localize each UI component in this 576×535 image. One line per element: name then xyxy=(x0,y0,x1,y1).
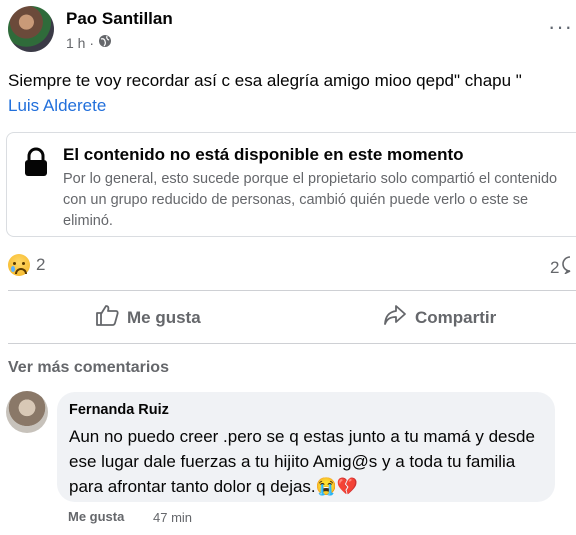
more-comments-link[interactable]: Ver más comentarios xyxy=(8,359,169,377)
post-meta: 1 h · xyxy=(66,34,112,51)
author-name[interactable]: Pao Santillan xyxy=(66,9,173,29)
comments-count: 2 xyxy=(550,257,560,277)
share-label: Compartir xyxy=(415,307,497,327)
divider xyxy=(8,343,576,344)
comment-bubble: Fernanda Ruiz Aun no puedo creer .pero s… xyxy=(57,392,555,502)
commenter-avatar[interactable] xyxy=(6,391,48,433)
like-button[interactable]: Me gusta xyxy=(95,304,201,331)
commenter-name[interactable]: Fernanda Ruiz xyxy=(69,402,169,418)
unavailable-content-box: El contenido no está disponible en este … xyxy=(6,132,576,237)
lock-icon xyxy=(23,147,49,177)
post-text: Siempre te voy recordar así c esa alegrí… xyxy=(8,68,573,118)
unavailable-body: Por lo general, esto sucede porque el pr… xyxy=(63,171,558,229)
comment-icon xyxy=(562,256,576,279)
reactions-count: 2 xyxy=(36,255,46,274)
comment-like-button[interactable]: Me gusta xyxy=(68,509,124,524)
post-body: Siempre te voy recordar así c esa alegrí… xyxy=(8,71,522,90)
comments-count-link[interactable]: 2 xyxy=(550,256,576,279)
like-label: Me gusta xyxy=(127,307,201,327)
comment-time[interactable]: 47 min xyxy=(153,510,192,525)
sad-reaction-icon xyxy=(8,254,30,276)
reactions-summary[interactable]: 2 xyxy=(8,254,45,276)
divider xyxy=(8,290,576,291)
author-avatar[interactable] xyxy=(8,6,54,52)
share-button[interactable]: Compartir xyxy=(383,304,496,331)
tagged-user[interactable]: Luis Alderete xyxy=(8,96,106,115)
like-icon xyxy=(95,304,119,331)
comment-text: Aun no puedo creer .pero se q estas junt… xyxy=(69,427,535,496)
more-icon[interactable]: ··· xyxy=(548,14,573,40)
globe-icon xyxy=(98,34,112,51)
unavailable-title: El contenido no está disponible en este … xyxy=(63,145,464,164)
share-icon xyxy=(383,304,407,331)
post-time[interactable]: 1 h · xyxy=(66,35,94,51)
